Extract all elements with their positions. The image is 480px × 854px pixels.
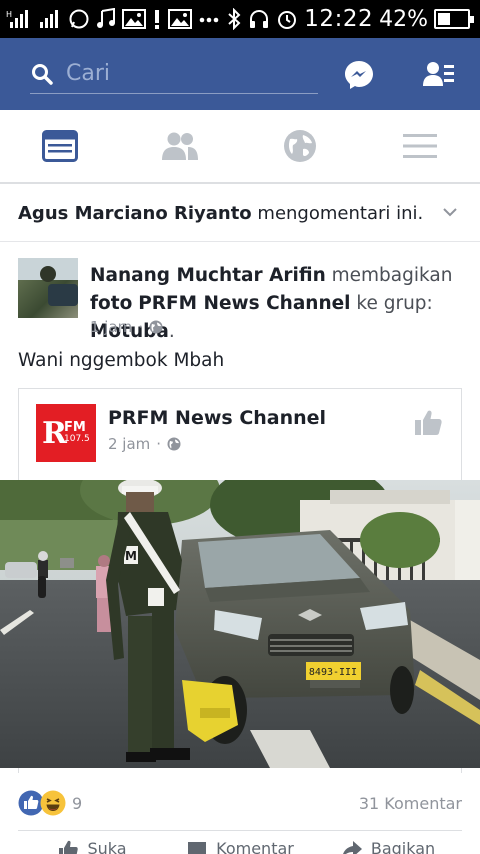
app-header	[0, 38, 480, 110]
share-button[interactable]: Bagikan	[314, 831, 462, 854]
shared-meta: 2 jam ·	[108, 435, 181, 453]
post-object-link[interactable]: foto	[90, 293, 132, 314]
share-icon	[342, 840, 362, 854]
music-icon	[97, 8, 115, 28]
like-label: Suka	[87, 839, 127, 854]
friend-requests-icon[interactable]	[422, 58, 456, 92]
tab-friends[interactable]	[120, 110, 240, 182]
messenger-icon[interactable]	[342, 58, 376, 92]
friends-icon	[162, 132, 198, 160]
gallery-icon-2	[168, 9, 192, 29]
post-meta: 1 jam ·	[90, 318, 163, 336]
svg-text:M: M	[125, 549, 137, 563]
license-plate: 8493-III	[309, 667, 357, 678]
headphones-icon	[250, 10, 269, 28]
activity-actor[interactable]: Agus Marciano Riyanto	[18, 203, 252, 224]
chevron-down-icon[interactable]	[442, 204, 458, 220]
reaction-count: 9	[72, 793, 83, 813]
author-avatar[interactable]	[18, 258, 78, 318]
status-right-icons: 12:22 42%	[226, 6, 480, 32]
activity-action: mengomentari ini.	[251, 203, 424, 224]
battery-level	[438, 13, 450, 25]
gallery-icon	[122, 9, 146, 29]
thumbs-up-icon	[59, 840, 79, 854]
shared-meta-separator: ·	[156, 435, 162, 453]
tab-bar	[0, 110, 480, 184]
post-period: .	[168, 321, 175, 342]
menu-icon	[403, 134, 437, 158]
meta-separator: ·	[138, 318, 144, 336]
page-like-icon[interactable]	[413, 407, 443, 437]
shared-time[interactable]: 2 jam	[108, 435, 150, 453]
prfm-logo[interactable]: R FM 107.5	[36, 404, 96, 462]
post-action-bar: Suka Komentar Bagikan	[18, 830, 462, 854]
status-bar: H 12:22 42%	[0, 0, 480, 38]
activity-line: Agus Marciano Riyanto mengomentari ini.	[0, 186, 480, 242]
comment-button[interactable]: Komentar	[166, 831, 314, 854]
bluetooth-icon	[228, 8, 241, 30]
alert-icon	[155, 10, 159, 29]
globe-icon	[284, 130, 316, 162]
news-feed-icon	[42, 130, 78, 162]
comment-count-link[interactable]: 31 Komentar	[359, 794, 462, 813]
more-notifications-icon	[199, 17, 219, 23]
whatsapp-icon	[69, 9, 89, 29]
battery-icon	[434, 9, 474, 29]
search-box[interactable]	[30, 54, 318, 94]
share-label: Bagikan	[370, 839, 436, 854]
search-icon[interactable]	[30, 62, 54, 86]
shared-page-name[interactable]: PRFM News Channel	[108, 407, 326, 429]
search-input[interactable]	[66, 61, 296, 86]
tab-notifications[interactable]	[240, 110, 360, 182]
alarm-icon	[278, 11, 297, 29]
post-source-link[interactable]: PRFM News Channel	[138, 293, 350, 314]
like-button[interactable]: Suka	[18, 831, 166, 854]
post-to-group: ke grup:	[350, 293, 439, 314]
comment-label: Komentar	[216, 839, 294, 854]
svg-text:H: H	[6, 10, 12, 19]
shared-public-globe-icon	[167, 437, 181, 451]
post-author[interactable]: Nanang Muchtar Arifin	[90, 265, 326, 286]
photo-scene: 8493-III M	[0, 480, 480, 768]
tab-menu[interactable]	[360, 110, 480, 182]
post-time[interactable]: 1 jam	[90, 318, 132, 336]
haha-reaction-icon	[40, 790, 66, 816]
public-globe-icon	[149, 320, 163, 334]
post-verb: membagikan	[325, 265, 459, 286]
signal-icon-2	[40, 10, 58, 28]
status-left-icons: H	[0, 8, 220, 30]
post-text: Wani nggembok Mbah	[18, 350, 225, 371]
comment-icon	[188, 841, 207, 854]
tab-news-feed[interactable]	[0, 110, 120, 182]
clock: 12:22	[304, 6, 374, 32]
post-photo[interactable]: 8493-III M	[0, 480, 480, 768]
signal-icon: H	[6, 10, 28, 28]
reactions-summary[interactable]: 9	[18, 790, 82, 816]
battery-percent: 42%	[379, 6, 428, 32]
